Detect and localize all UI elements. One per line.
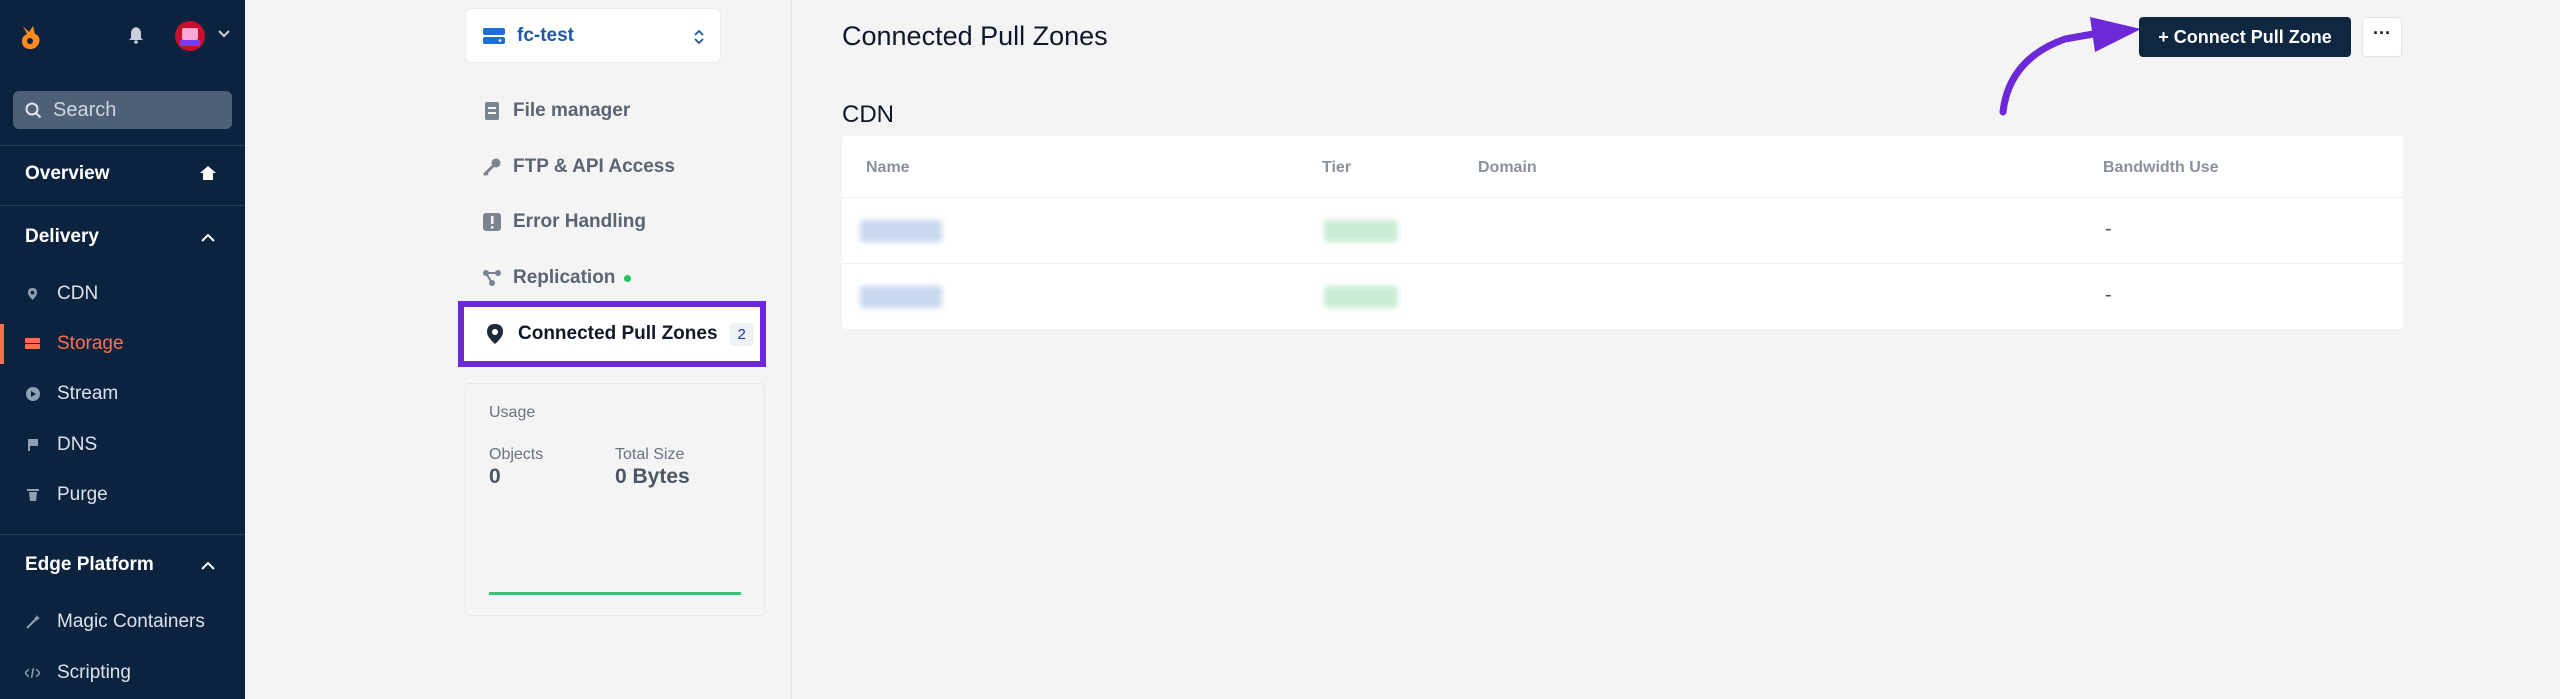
subnav-label: File manager [513, 100, 631, 121]
file-icon [482, 101, 502, 121]
alert-icon [482, 212, 502, 232]
total-size-value: 0 Bytes [615, 465, 690, 488]
flag-icon [25, 438, 40, 453]
column-header-tier[interactable]: Tier [1322, 159, 1351, 177]
pin-icon [25, 287, 40, 302]
usage-title: Usage [489, 404, 536, 421]
subnav-label: Connected Pull Zones [518, 323, 718, 344]
storage-zone-selector[interactable]: fc-test [465, 8, 721, 63]
sidebar-section-edge-platform[interactable]: Edge Platform [25, 554, 154, 576]
sidebar-item-storage[interactable]: Storage [0, 324, 245, 364]
tier-badge-redacted [1324, 220, 1398, 242]
notification-bell-icon[interactable] [128, 26, 144, 44]
chevron-down-icon[interactable] [217, 29, 231, 39]
pull-zone-count-badge: 2 [729, 322, 754, 346]
chevron-up-icon[interactable] [199, 558, 217, 574]
map-pin-icon [487, 324, 503, 344]
subnav-label: Error Handling [513, 211, 647, 232]
sidebar-item-label: Purge [57, 484, 108, 505]
column-header-domain[interactable]: Domain [1478, 159, 1537, 177]
sidebar-divider [0, 534, 245, 535]
code-icon [25, 666, 40, 681]
table-row[interactable]: - [842, 197, 2403, 262]
subnav-label: Replication [513, 267, 616, 288]
bunny-logo-icon[interactable] [17, 22, 45, 52]
subnav-error-handling[interactable]: Error Handling [482, 202, 646, 242]
table-row[interactable]: - [842, 263, 2403, 328]
usage-sparkline [489, 592, 741, 595]
sidebar-item-label: Stream [57, 383, 119, 404]
pull-zone-name-redacted[interactable] [860, 286, 942, 308]
wand-icon [25, 615, 40, 630]
objects-label: Objects [489, 446, 544, 463]
sidebar-item-purge[interactable]: Purge [0, 475, 245, 515]
pull-zone-name-redacted[interactable] [860, 220, 942, 242]
sidebar-item-cdn[interactable]: CDN [0, 274, 245, 314]
replication-status-dot [624, 274, 632, 282]
sidebar-header [0, 0, 245, 72]
bandwidth-value: - [2105, 218, 2112, 240]
column-header-bandwidth[interactable]: Bandwidth Use [2103, 159, 2219, 177]
annotation-arrow-icon [1999, 17, 2141, 116]
sidebar-item-dns[interactable]: DNS [0, 425, 245, 465]
key-icon [482, 157, 502, 177]
replication-icon [482, 268, 502, 288]
storage-zone-icon [483, 27, 505, 44]
sidebar-divider [0, 145, 245, 146]
trash-icon [25, 488, 40, 503]
objects-value: 0 [489, 465, 501, 488]
sidebar-item-magic-containers[interactable]: Magic Containers [0, 602, 245, 642]
usage-card: Usage Objects 0 Total Size 0 Bytes [465, 383, 765, 616]
search-input[interactable] [53, 98, 223, 122]
sidebar-item-label: Storage [57, 333, 124, 354]
avatar-graphic-icon [180, 28, 200, 46]
subnav-label: FTP & API Access [513, 156, 675, 177]
subnav-file-manager[interactable]: File manager [482, 91, 630, 131]
connect-pull-zone-button[interactable]: + Connect Pull Zone [2139, 17, 2351, 57]
cdn-section-title: CDN [842, 101, 894, 128]
total-size-label: Total Size [615, 446, 685, 463]
column-header-name[interactable]: Name [866, 159, 910, 177]
user-avatar[interactable] [175, 21, 205, 51]
sidebar-item-label: CDN [57, 283, 99, 304]
search-icon [25, 102, 42, 118]
sidebar-item-label: Magic Containers [57, 611, 205, 632]
sidebar-section-delivery[interactable]: Delivery [25, 226, 99, 248]
sidebar-item-label: DNS [57, 434, 98, 455]
subnav-connected-pull-zones[interactable]: Connected Pull Zones 2 [458, 301, 766, 367]
chevron-up-icon[interactable] [199, 230, 217, 246]
tier-badge-redacted [1324, 286, 1398, 308]
sidebar-item-label: Scripting [57, 662, 131, 683]
subnav-ftp-api-access[interactable]: FTP & API Access [482, 147, 675, 187]
pull-zones-table: Name Tier Domain Bandwidth Use - - [842, 136, 2403, 329]
sidebar-item-scripting[interactable]: Scripting [0, 653, 245, 693]
sidebar-item-stream[interactable]: Stream [0, 374, 245, 414]
search-box[interactable] [13, 91, 232, 129]
storage-icon [25, 337, 40, 352]
chevron-up-down-icon [694, 29, 704, 45]
main-sidebar: Overview Delivery CDN Storage Stream DNS… [0, 0, 245, 699]
bandwidth-value: - [2105, 284, 2112, 306]
sidebar-overview[interactable]: Overview [25, 163, 110, 185]
home-icon [200, 166, 216, 180]
sidebar-divider [0, 205, 245, 206]
more-options-button[interactable]: ··· [2362, 17, 2402, 57]
play-icon [25, 387, 40, 402]
subnav-replication[interactable]: Replication [482, 258, 632, 298]
storage-zone-name: fc-test [517, 24, 575, 46]
page-title: Connected Pull Zones [842, 21, 1108, 51]
